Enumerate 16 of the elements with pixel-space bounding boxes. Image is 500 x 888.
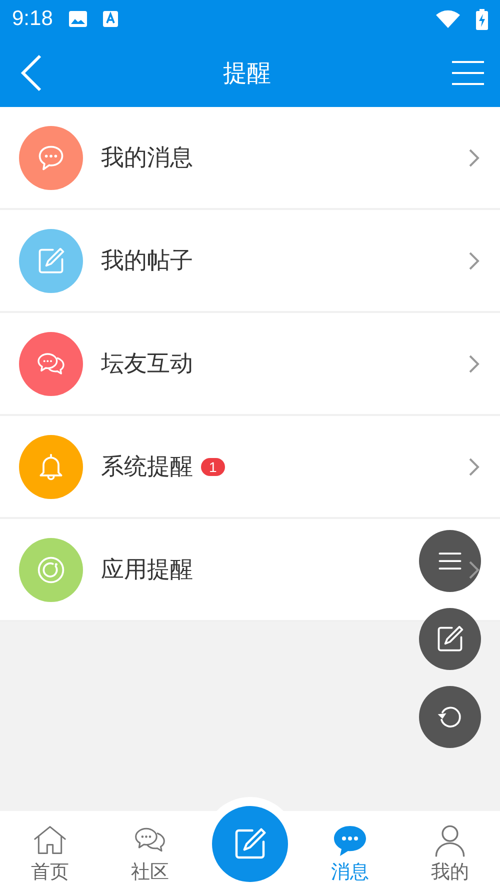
nav-tab[interactable]: 我的 (400, 811, 500, 888)
page-title: 提醒 (223, 58, 271, 88)
item-label: 坛友互动 (101, 350, 193, 379)
item-label: 系统提醒 (101, 453, 193, 482)
list-item[interactable]: 应用提醒 (0, 519, 500, 622)
nav-tab[interactable]: 社区 (100, 811, 200, 888)
list-item[interactable]: 我的消息 (0, 107, 500, 210)
nav-tab[interactable]: 首页 (0, 811, 100, 888)
list-item[interactable]: 坛友互动 (0, 313, 500, 416)
item-label: 应用提醒 (101, 556, 193, 585)
count-badge: 1 (201, 458, 225, 476)
status-time: 9:18 (12, 7, 53, 31)
list-item[interactable]: 我的帖子 (0, 210, 500, 313)
item-label: 我的消息 (101, 144, 193, 173)
item-label: 我的帖子 (101, 247, 193, 276)
list-item[interactable]: 系统提醒 1 (0, 416, 500, 519)
